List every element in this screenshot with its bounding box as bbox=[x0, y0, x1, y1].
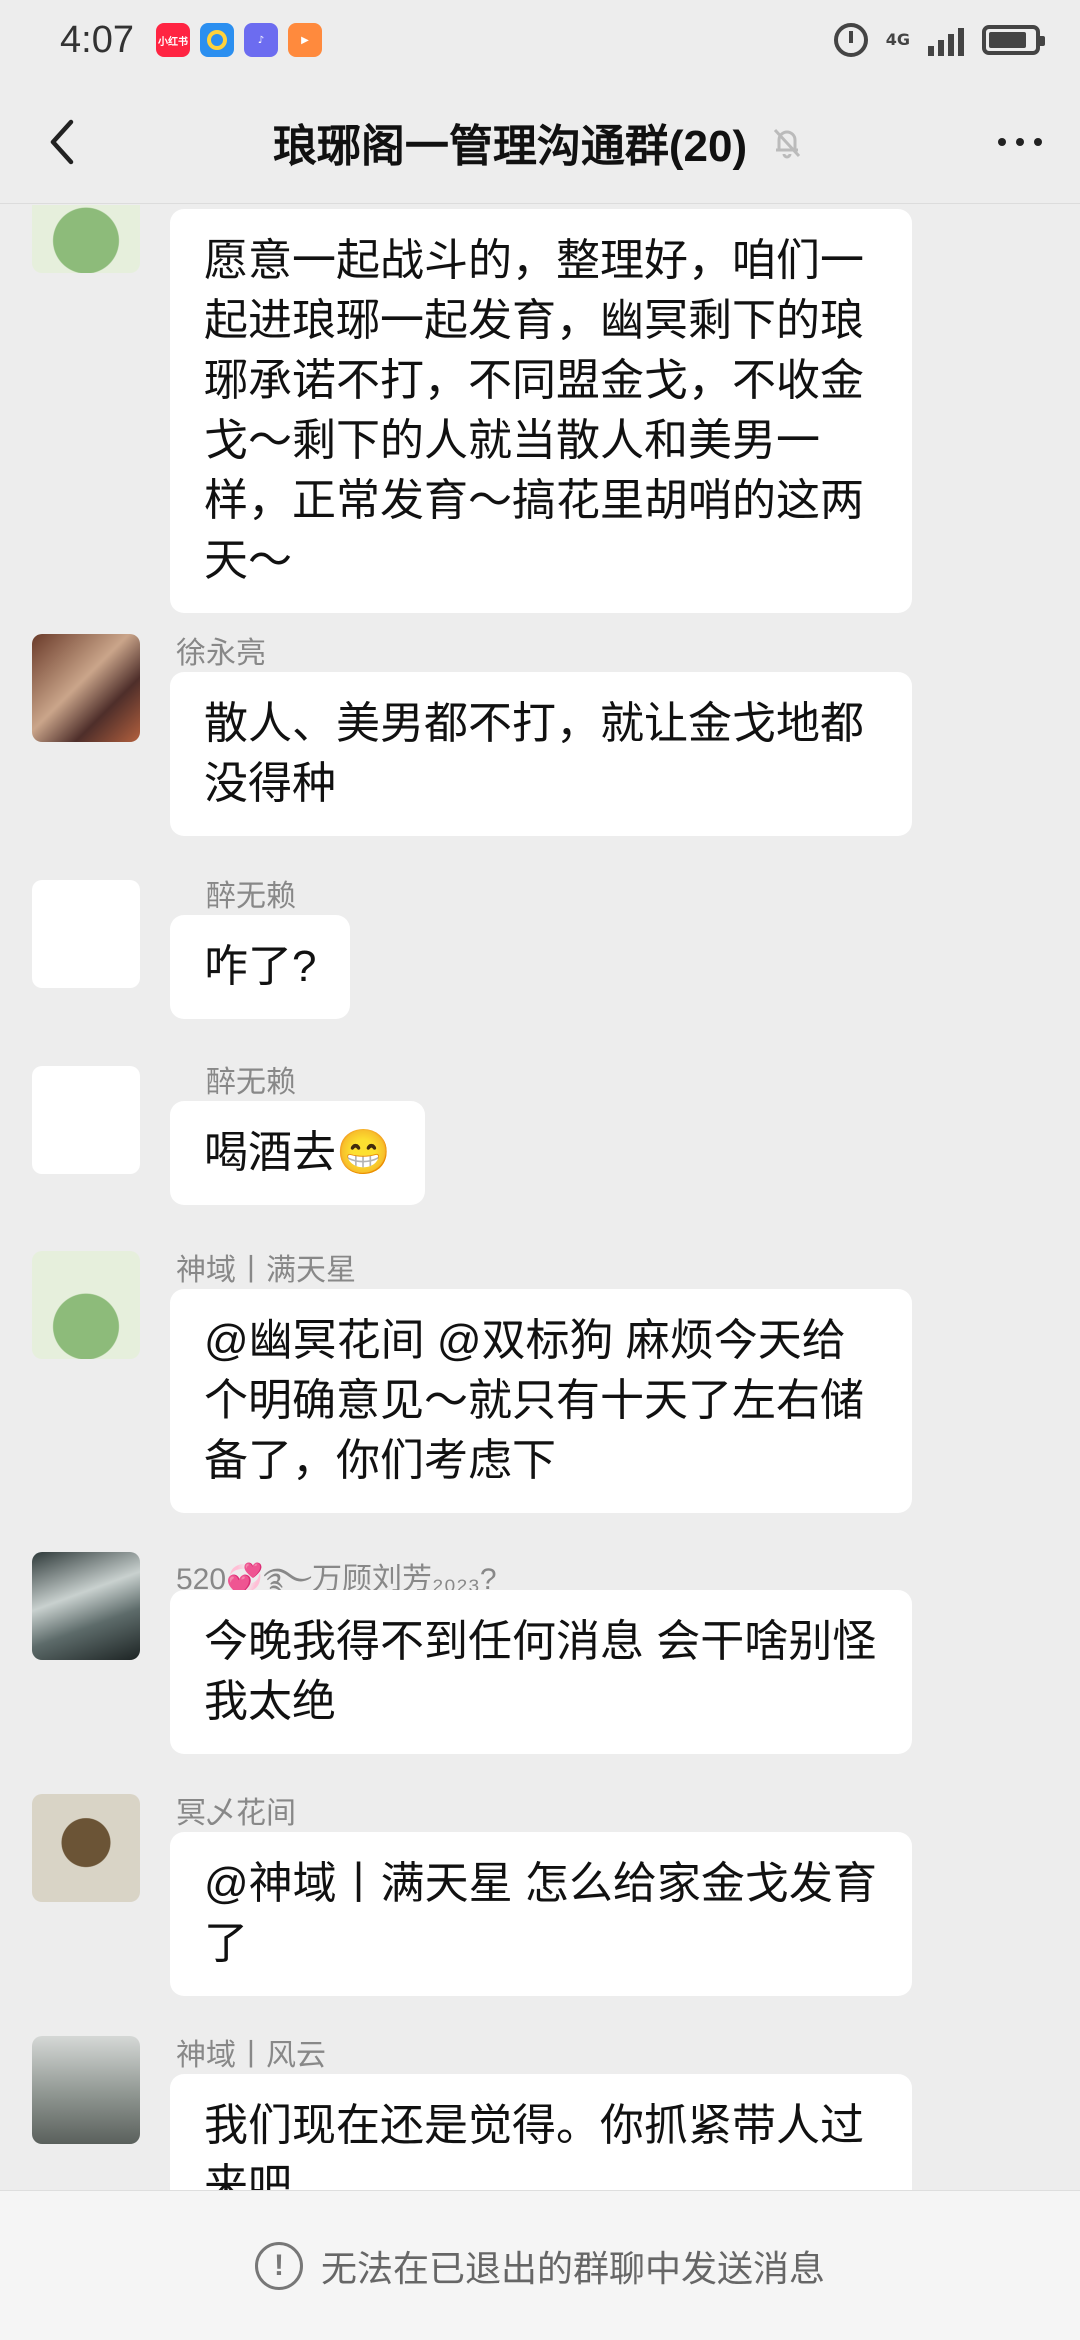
avatar[interactable] bbox=[32, 634, 140, 742]
battery-level bbox=[989, 32, 1027, 48]
status-indicators: 4G bbox=[833, 23, 1045, 57]
dot-icon bbox=[998, 138, 1006, 146]
avatar[interactable] bbox=[32, 2036, 140, 2144]
avatar[interactable] bbox=[32, 1251, 140, 1359]
app-b-icon bbox=[199, 23, 234, 57]
chat-screen: 4:07 小红书 ♪ ▶ 4G 琅琊阁一管理沟通群(20) 愿意一起战斗的，整理… bbox=[0, 0, 1080, 2340]
chevron-left-icon bbox=[50, 119, 74, 165]
sender-name: 醉无赖 bbox=[206, 880, 296, 913]
sender-name: 徐永亮 bbox=[176, 637, 266, 670]
alarm-icon bbox=[833, 23, 868, 57]
more-options-button[interactable] bbox=[988, 110, 1052, 174]
status-bar: 4:07 小红书 ♪ ▶ 4G bbox=[0, 0, 1080, 80]
message-bubble[interactable]: 喝酒去😁 bbox=[170, 1101, 425, 1205]
video-icon: ▶ bbox=[287, 23, 322, 57]
message-bubble[interactable]: 愿意一起战斗的，整理好，咱们一起进琅琊一起发育，幽冥剩下的琅琊承诺不打，不同盟金… bbox=[170, 209, 912, 613]
music-icon: ♪ bbox=[243, 23, 278, 57]
message-bubble[interactable]: @神域丨满天星 怎么给家金戈发育了 bbox=[170, 1832, 912, 1996]
chat-title: 琅琊阁一管理沟通群(20) bbox=[272, 121, 748, 171]
avatar[interactable] bbox=[32, 1066, 140, 1174]
message-list[interactable]: 愿意一起战斗的，整理好，咱们一起进琅琊一起发育，幽冥剩下的琅琊承诺不打，不同盟金… bbox=[0, 205, 1080, 2190]
footer-notice-text: 无法在已退出的群聊中发送消息 bbox=[320, 2247, 825, 2289]
network-type: 4G bbox=[885, 30, 910, 49]
avatar[interactable] bbox=[32, 1552, 140, 1660]
sender-name: 醉无赖 bbox=[206, 1066, 296, 1099]
battery-icon bbox=[982, 25, 1045, 55]
avatar[interactable] bbox=[32, 205, 140, 273]
message-bubble[interactable]: 今晚我得不到任何消息 会干啥别怪我太绝 bbox=[170, 1590, 912, 1754]
xiaohongshu-icon: 小红书 bbox=[155, 23, 190, 57]
message-bubble[interactable]: 我们现在还是觉得。你抓紧带人过来吧 bbox=[170, 2074, 912, 2190]
dot-icon bbox=[1016, 138, 1024, 146]
status-app-icons: 小红书 ♪ ▶ bbox=[155, 23, 322, 57]
sender-name: 神域丨满天星 bbox=[176, 1254, 356, 1287]
avatar[interactable] bbox=[32, 1794, 140, 1902]
footer-notice: ! 无法在已退出的群聊中发送消息 bbox=[0, 2190, 1080, 2340]
avatar[interactable] bbox=[32, 880, 140, 988]
back-button[interactable] bbox=[30, 110, 94, 174]
sender-name: 神域丨风云 bbox=[176, 2039, 326, 2072]
status-time: 4:07 bbox=[60, 18, 134, 61]
message-bubble[interactable]: 咋了? bbox=[170, 915, 351, 1019]
message-bubble[interactable]: @幽冥花间 @双标狗 麻烦今天给个明确意见～就只有十天了左右储备了，你们考虑下 bbox=[170, 1289, 912, 1513]
message-bubble[interactable]: 散人、美男都不打，就让金戈地都没得种 bbox=[170, 672, 912, 836]
sender-name: 冥乄花间 bbox=[176, 1797, 296, 1830]
mute-bell-icon bbox=[774, 128, 801, 158]
dot-icon bbox=[1034, 138, 1042, 146]
chat-header: 琅琊阁一管理沟通群(20) bbox=[0, 80, 1080, 204]
signal-icon bbox=[928, 24, 964, 56]
exclamation-icon: ! bbox=[254, 2241, 303, 2290]
